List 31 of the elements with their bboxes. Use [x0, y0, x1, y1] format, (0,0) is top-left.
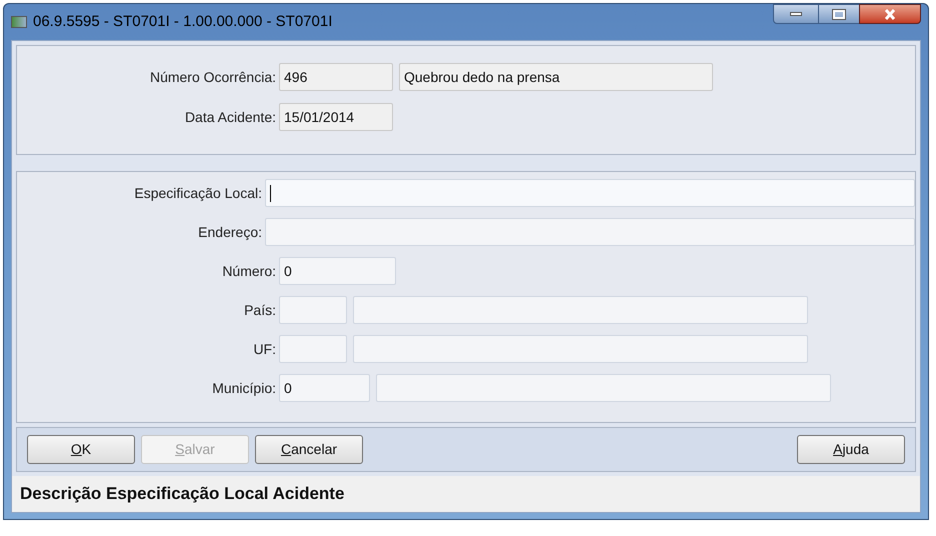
text-field[interactable] — [265, 179, 915, 207]
text-field[interactable] — [353, 296, 808, 324]
text-field[interactable]: 15/01/2014 — [279, 103, 393, 131]
field-label: Endereço: — [198, 222, 262, 242]
text-field[interactable] — [265, 218, 915, 246]
field-label: Município: — [212, 378, 276, 398]
field-label: País: — [244, 300, 276, 320]
app-icon — [11, 16, 27, 28]
text-field[interactable]: Quebrou dedo na prensa — [399, 63, 713, 91]
field-label: Número: — [222, 262, 276, 280]
field-label: Número Ocorrência: — [150, 68, 276, 86]
text-field[interactable]: 496 — [279, 63, 393, 91]
dialog-button[interactable]: Cancelar — [255, 435, 363, 464]
text-field[interactable] — [279, 335, 347, 363]
dialog-button[interactable]: OK — [27, 435, 135, 464]
field-label: Especificação Local: — [134, 184, 262, 203]
status-text: Descrição Especificação Local Acidente — [20, 483, 344, 506]
text-cursor — [270, 184, 271, 202]
dialog-button[interactable]: Ajuda — [797, 435, 905, 464]
field-label: Data Acidente: — [184, 108, 276, 126]
field-label: UF: — [253, 340, 276, 358]
text-field[interactable] — [376, 374, 831, 402]
text-field[interactable]: 0 — [279, 374, 370, 402]
text-field[interactable]: 0 — [279, 257, 396, 285]
maximize-button[interactable] — [819, 4, 859, 24]
text-field[interactable] — [279, 296, 347, 324]
close-icon — [884, 8, 896, 20]
close-button[interactable] — [859, 4, 921, 24]
text-field[interactable] — [353, 335, 808, 363]
window-title: 06.9.5595 - ST0701I - 1.00.00.000 - ST0701I — [33, 12, 332, 32]
minimize-button[interactable] — [773, 4, 819, 24]
